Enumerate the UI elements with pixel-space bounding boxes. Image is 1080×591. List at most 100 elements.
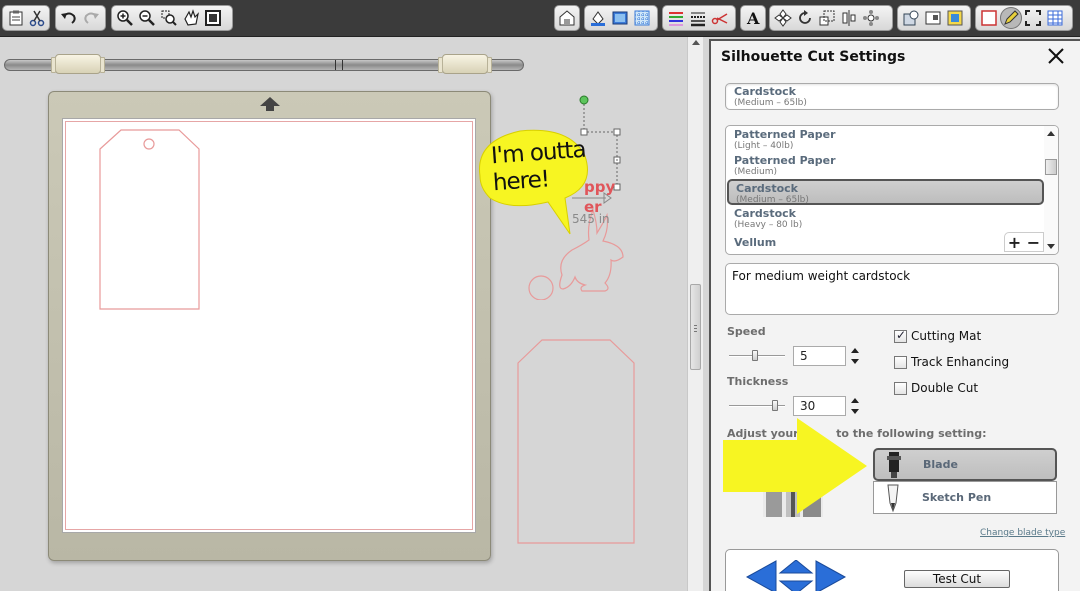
- material-name: Cardstock: [736, 182, 798, 195]
- thickness-stepper[interactable]: [851, 396, 859, 416]
- line-style-icon[interactable]: [687, 7, 709, 29]
- cutting-mat-label: Cutting Mat: [911, 329, 982, 343]
- thickness-slider-thumb[interactable]: [772, 400, 778, 411]
- list-scroll-down-arrow[interactable]: [1047, 244, 1055, 249]
- blade-option[interactable]: Blade: [873, 448, 1057, 481]
- blade-label: Blade: [923, 458, 958, 471]
- tag-shape-offmat[interactable]: [517, 339, 635, 544]
- speed-stepper[interactable]: [851, 346, 859, 366]
- track-enhancing-checkbox[interactable]: [894, 355, 907, 369]
- material-item[interactable]: Patterned Paper (Medium): [727, 153, 1044, 179]
- fill-icon[interactable]: [587, 7, 609, 29]
- material-list-scrollbar[interactable]: [1044, 126, 1058, 254]
- cut-style-icon[interactable]: [709, 7, 731, 29]
- change-blade-type-link[interactable]: Change blade type: [980, 528, 1065, 538]
- home-store-icon[interactable]: [557, 7, 577, 29]
- double-cut-option[interactable]: Double Cut: [894, 381, 978, 395]
- thickness-input[interactable]: 30: [793, 396, 846, 416]
- scroll-thumb[interactable]: [690, 284, 701, 370]
- selected-material-name: Cardstock: [734, 85, 796, 98]
- material-item[interactable]: Patterned Paper (Light – 40lb): [727, 127, 1044, 153]
- toolbar-group-draw: [975, 5, 1073, 31]
- close-icon[interactable]: [1046, 46, 1066, 66]
- material-item[interactable]: Cardstock (Heavy – 80 lb): [727, 206, 1044, 232]
- track-enhancing-option[interactable]: Track Enhancing: [894, 355, 1009, 369]
- material-add-remove: + −: [1004, 232, 1044, 252]
- tag-shape[interactable]: [99, 129, 201, 311]
- svg-text:A: A: [746, 9, 760, 27]
- line-color-icon[interactable]: [665, 7, 687, 29]
- fit-page-icon[interactable]: [202, 7, 224, 29]
- redo-icon[interactable]: [80, 7, 102, 29]
- double-cut-checkbox[interactable]: [894, 381, 907, 395]
- selected-material-sub: (Medium – 65lb): [734, 98, 807, 108]
- list-scroll-up-arrow[interactable]: [1047, 131, 1055, 136]
- toolbar-group-zoom: [111, 5, 233, 31]
- design-canvas[interactable]: ppy er 545 in I'm outta here!: [0, 37, 687, 591]
- toolbar-group-transform: [769, 5, 893, 31]
- track-enhancing-label: Track Enhancing: [911, 355, 1010, 369]
- toolbar-group-clipboard: [2, 5, 50, 31]
- thickness-label: Thickness: [727, 375, 789, 388]
- replicate-icon[interactable]: [860, 7, 882, 29]
- fullscreen-icon[interactable]: [1022, 7, 1044, 29]
- blade-icon: [887, 451, 901, 478]
- cutting-mat-option[interactable]: Cutting Mat: [894, 328, 982, 343]
- page-setup-icon[interactable]: [609, 7, 631, 29]
- test-cut-box: Test Cut: [725, 549, 1059, 591]
- sketch-pen-icon: [887, 484, 899, 512]
- undo-icon[interactable]: [58, 7, 80, 29]
- speed-slider[interactable]: [729, 350, 785, 361]
- thickness-slider[interactable]: [729, 400, 785, 411]
- draw-icon[interactable]: [978, 7, 1000, 29]
- sketch-pen-option[interactable]: Sketch Pen: [873, 481, 1057, 514]
- material-description[interactable]: For medium weight cardstock: [725, 263, 1059, 315]
- pan-hand-icon[interactable]: [180, 7, 202, 29]
- material-sub: (Medium – 65lb): [736, 195, 809, 205]
- speed-slider-thumb[interactable]: [752, 350, 758, 361]
- sketch-pen-label: Sketch Pen: [922, 491, 992, 504]
- add-material-button[interactable]: +: [1008, 233, 1021, 252]
- speech-bubble-text: I'm outta here!: [490, 137, 588, 197]
- material-name: Vellum: [734, 236, 777, 249]
- scale-icon[interactable]: [816, 7, 838, 29]
- pencil-icon[interactable]: [1000, 7, 1022, 29]
- grid-icon[interactable]: [631, 7, 653, 29]
- material-name: Patterned Paper: [734, 154, 836, 167]
- library-icon[interactable]: [900, 7, 922, 29]
- test-cut-button[interactable]: Test Cut: [904, 570, 1010, 588]
- material-item[interactable]: Vellum: [727, 235, 1044, 254]
- trace-icon[interactable]: [944, 7, 966, 29]
- double-cut-label: Double Cut: [911, 381, 979, 395]
- rotate-icon[interactable]: [794, 7, 816, 29]
- zoom-select-icon[interactable]: [158, 7, 180, 29]
- remove-material-button[interactable]: −: [1027, 233, 1040, 252]
- move-blade-arrows-icon[interactable]: [746, 560, 846, 591]
- toolbar-group-library: [897, 5, 971, 31]
- panel-title: Silhouette Cut Settings: [721, 49, 906, 65]
- canvas-vertical-scrollbar[interactable]: [687, 37, 703, 591]
- toolbar-group-store: [554, 5, 580, 31]
- toolbar-group-text: A: [740, 5, 766, 31]
- cutting-mat-checkbox[interactable]: [894, 328, 907, 343]
- scroll-up-arrow[interactable]: [692, 40, 700, 45]
- offset-icon[interactable]: [922, 7, 944, 29]
- material-list[interactable]: Patterned Paper (Light – 40lb) Patterned…: [725, 125, 1059, 255]
- text-icon[interactable]: A: [743, 7, 763, 29]
- feed-arrow-icon[interactable]: [259, 96, 281, 112]
- table-icon[interactable]: [1044, 7, 1066, 29]
- align-icon[interactable]: [838, 7, 860, 29]
- selected-material-box[interactable]: Cardstock (Medium – 65lb): [725, 83, 1059, 110]
- toolbar-group-history: [55, 5, 106, 31]
- clipboard-icon[interactable]: [5, 7, 26, 29]
- transform-icon[interactable]: [772, 7, 794, 29]
- list-scroll-thumb[interactable]: [1045, 159, 1057, 175]
- zoom-out-icon[interactable]: [136, 7, 158, 29]
- rail-marker: [335, 60, 343, 70]
- toolbar-group-lines: [662, 5, 736, 31]
- zoom-in-icon[interactable]: [114, 7, 136, 29]
- material-sub: (Medium): [734, 167, 778, 177]
- material-item-selected[interactable]: Cardstock (Medium – 65lb): [727, 179, 1044, 205]
- speed-input[interactable]: 5: [793, 346, 846, 366]
- scissors-icon[interactable]: [26, 7, 47, 29]
